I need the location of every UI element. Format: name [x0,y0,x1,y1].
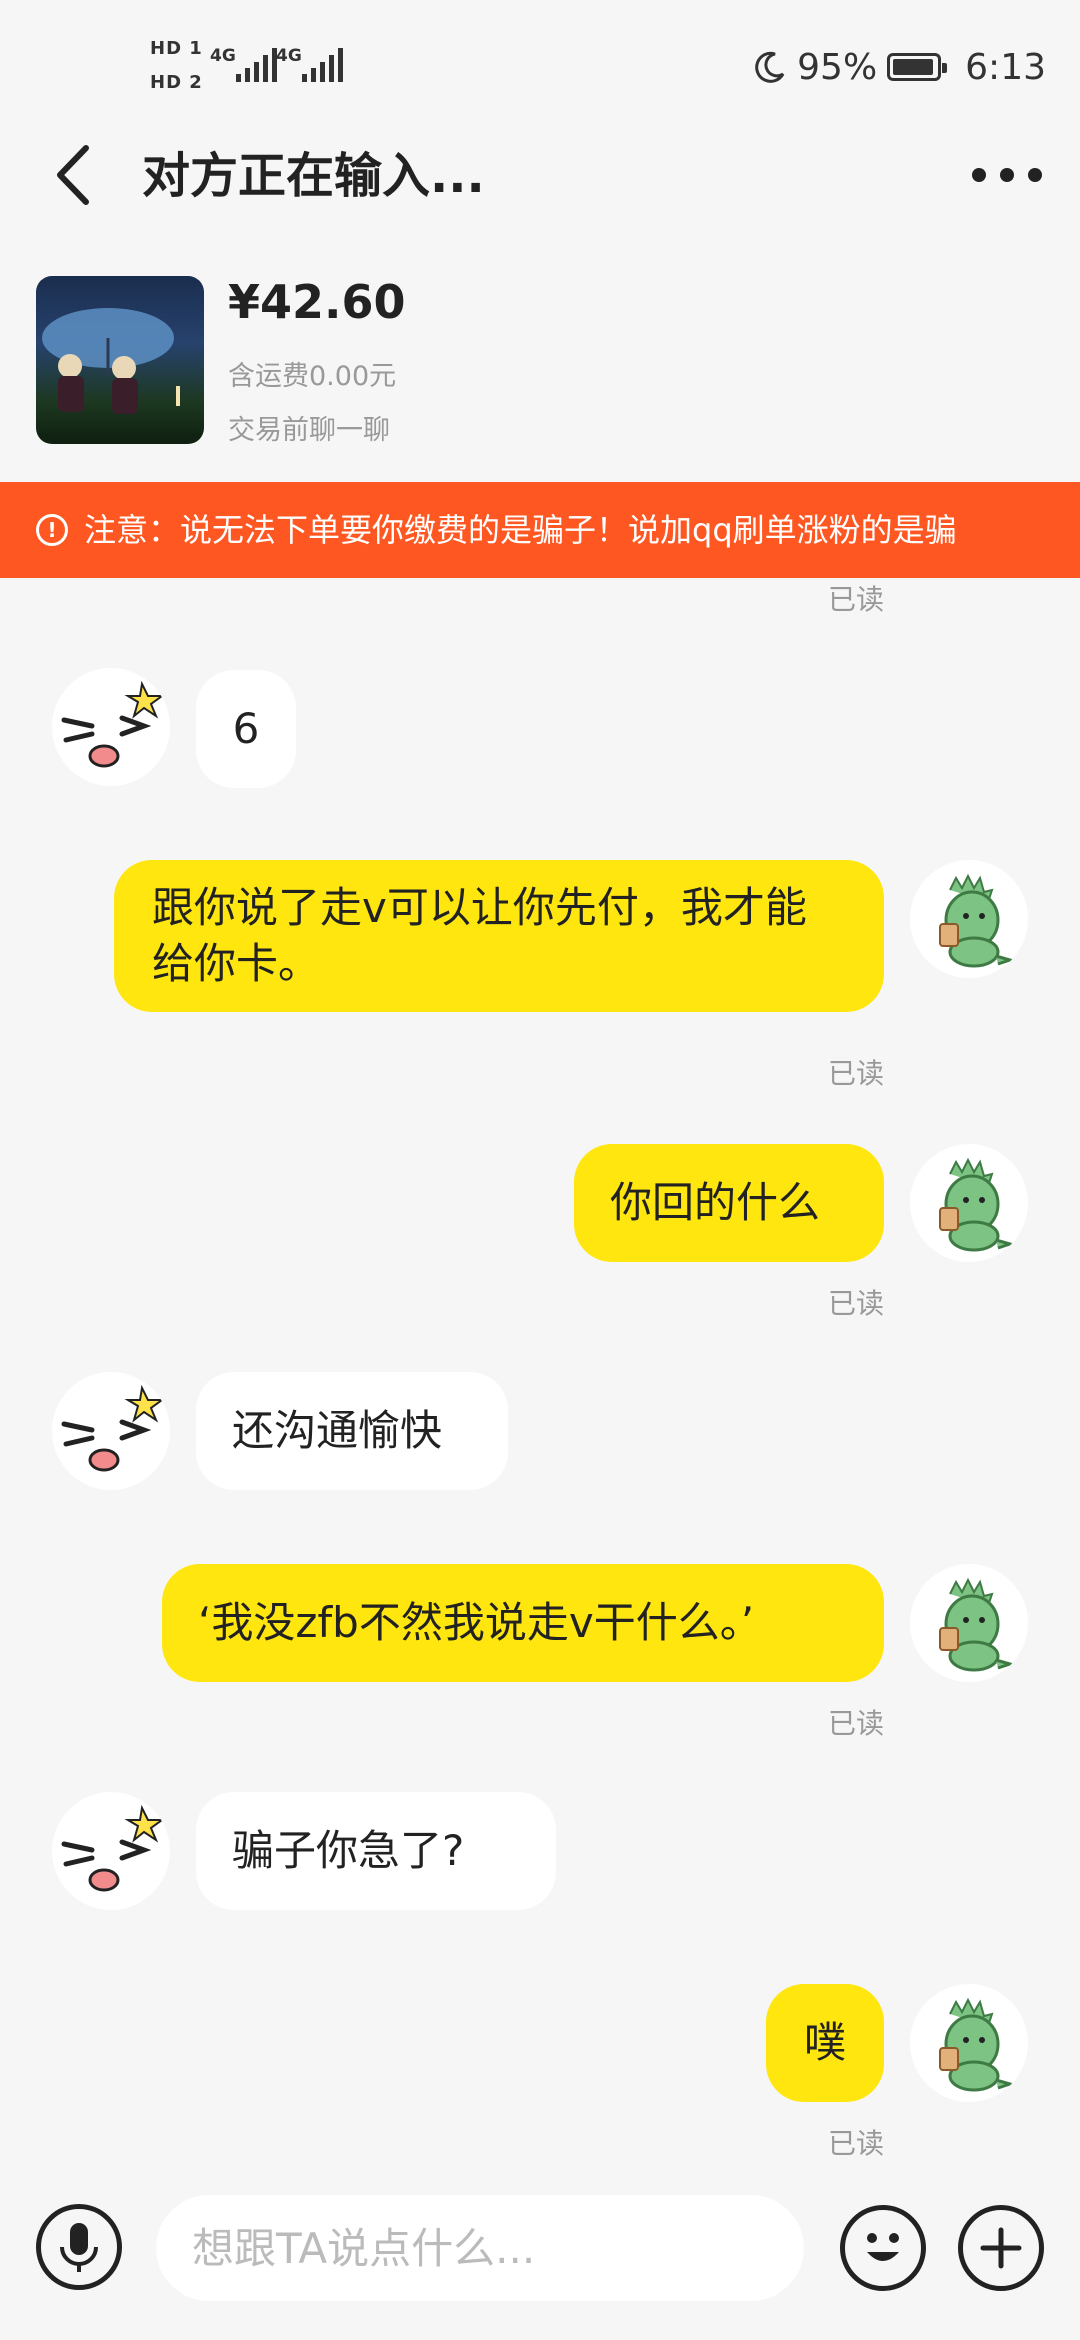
message-bubble[interactable]: 骗子你急了? [196,1792,556,1910]
my-avatar[interactable] [910,1564,1028,1682]
item-price: ¥42.60 [228,275,406,329]
read-receipt: 已读 [827,583,884,616]
battery-icon [887,53,948,81]
item-thumbnail[interactable] [36,276,204,444]
network-2-label: 4G [276,46,302,66]
hd-1-indicator: HD 1 [150,38,203,59]
emoji-button[interactable] [840,2205,926,2291]
voice-button[interactable] [36,2204,122,2290]
emoji-icon [867,2233,899,2261]
item-hint: 交易前聊一聊 [228,415,390,446]
status-bar: HD 1 HD 2 4G 4G 95% 6:13 [0,0,1080,130]
item-shipping: 含运费0.00元 [228,361,397,392]
alert-circle-icon: ! [36,514,68,546]
plus-icon [980,2227,1022,2269]
message-bubble[interactable]: 还沟通愉快 [196,1372,508,1490]
my-avatar[interactable] [910,1984,1028,2102]
network-1-label: 4G [210,46,236,66]
more-dots-icon [972,168,986,182]
moon-icon [755,51,785,83]
my-avatar[interactable] [910,860,1028,978]
message-bubble[interactable]: 你回的什么 [574,1144,884,1262]
message-bubble[interactable]: 噗 [766,1984,884,2102]
read-receipt: 已读 [827,1707,884,1740]
more-button[interactable] [972,150,1042,200]
message-bubble[interactable]: 6 [196,670,296,788]
signal-2-icon [302,48,343,82]
page-title: 对方正在输入... [142,148,485,204]
add-attachment-button[interactable] [958,2205,1044,2291]
contact-avatar[interactable] [52,1372,170,1490]
message-bubble[interactable]: 跟你说了走v可以让你先付，我才能给你卡。 [114,860,884,1012]
warning-text: 注意：说无法下单要你缴费的是骗子！说加qq刷单涨粉的是骗 [84,511,957,549]
back-button[interactable] [50,142,100,208]
microphone-icon [60,2223,98,2272]
clock: 6:13 [965,46,1046,88]
signal-1-icon [236,48,277,82]
read-receipt: 已读 [827,2127,884,2160]
message-bubble[interactable]: ‘我没zfb不然我说走v干什么。’ [162,1564,884,1682]
hd-2-indicator: HD 2 [150,72,203,93]
read-receipt: 已读 [827,1057,884,1090]
scam-warning-banner: ! 注意：说无法下单要你缴费的是骗子！说加qq刷单涨粉的是骗 [0,482,1080,578]
chevron-left-icon [57,145,89,205]
battery-percent: 95% [797,46,878,88]
read-receipt: 已读 [827,1287,884,1320]
contact-avatar[interactable] [52,1792,170,1910]
status-right: 95% 6:13 [753,42,1046,92]
message-input[interactable] [156,2195,804,2301]
my-avatar[interactable] [910,1144,1028,1262]
message-input-wrapper[interactable] [156,2195,804,2301]
contact-avatar[interactable] [52,668,170,786]
